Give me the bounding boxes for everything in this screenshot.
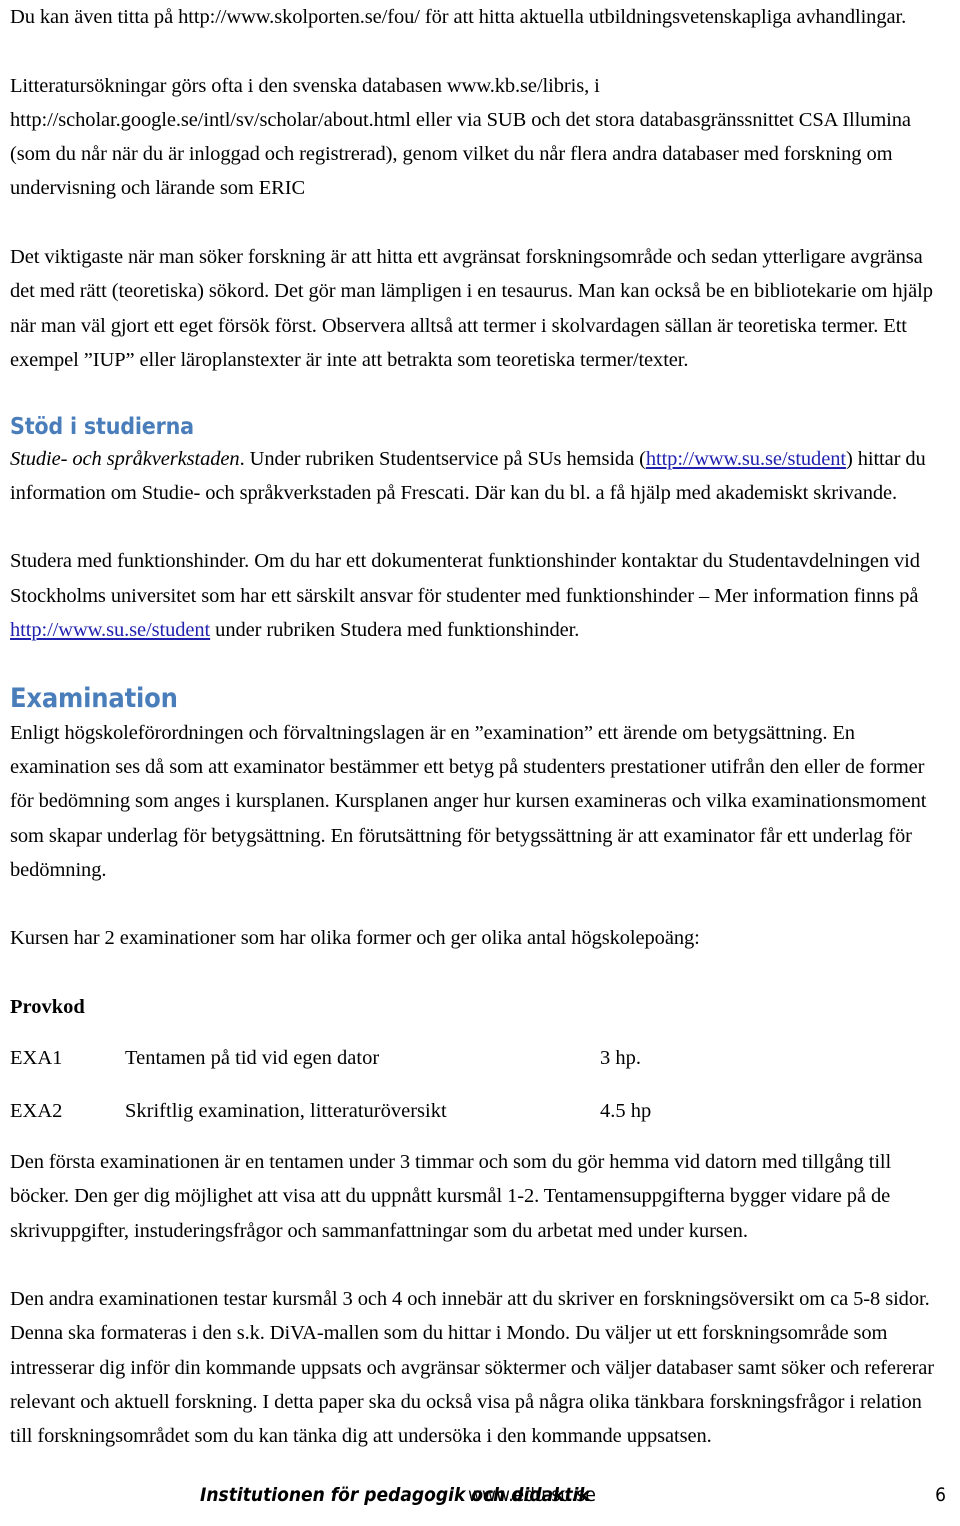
cell-exam-credits: 3 hp. — [600, 1047, 641, 1070]
footer-inner: Institutionen för pedagogik och didaktik… — [0, 1482, 960, 1512]
cell-exam-code: EXA1 — [10, 1047, 63, 1070]
table-spacer — [10, 1024, 946, 1041]
cell-exam-code: EXA2 — [10, 1099, 63, 1122]
paragraph-forsta-examinationen: Den första examinationen är en tentamen … — [10, 1150, 892, 1242]
heading-examination: Examination — [10, 682, 178, 714]
footer-page-number: 6 — [935, 1484, 946, 1506]
heading-stod-i-studierna: Stöd i studierna — [10, 413, 194, 440]
text-segment: Studera med funktionshinder. Om du har e… — [10, 550, 920, 607]
table-row: EXA1 Tentamen på tid vid egen dator 3 hp… — [10, 1041, 946, 1075]
paragraph-andra-examinationen: Den andra examinationen testar kursmål 3… — [10, 1288, 935, 1448]
gap-cell — [600, 1076, 946, 1094]
gap-cell — [125, 1076, 600, 1094]
page-footer: Institutionen för pedagogik och didaktik… — [0, 1482, 960, 1512]
cell-exam-description: Tentamen på tid vid egen dator — [125, 1047, 380, 1070]
gap-cell — [10, 1076, 125, 1094]
table-header-provkod: Provkod — [10, 996, 85, 1019]
table-row: EXA2 Skriftlig examination, litteraturöv… — [10, 1094, 946, 1128]
document-page: Du kan även titta på http://www.skolport… — [0, 0, 960, 1526]
examination-table: EXA1 Tentamen på tid vid egen dator 3 hp… — [10, 1041, 946, 1128]
table-row-gap — [10, 1076, 946, 1094]
paragraph-funktionshinder: Studera med funktionshinder. Om du har e… — [10, 544, 946, 647]
emphasis-studie-och-sprakverkstaden: Studie- och språkverkstaden — [10, 447, 240, 470]
link-su-student-2[interactable]: http://www.su.se/student — [10, 619, 210, 641]
paragraph-hogskoleforordningen: Enligt högskoleförordningen och förvaltn… — [10, 721, 927, 881]
paragraph-litteratursokningar: Litteratursökningar görs ofta i den sven… — [10, 74, 911, 200]
footer-url: www.edu.su.se — [468, 1484, 596, 1506]
paragraph-viktigaste: Det viktigaste när man söker forskning ä… — [10, 246, 933, 371]
text-segment: under rubriken Studera med funktionshind… — [210, 619, 580, 642]
cell-exam-credits: 4.5 hp — [600, 1099, 652, 1122]
text-segment: . Under rubriken Studentservice på SUs h… — [239, 447, 646, 470]
cell-exam-description: Skriftlig examination, litteraturöversik… — [125, 1099, 447, 1122]
link-su-student-1[interactable]: http://www.su.se/student — [646, 448, 846, 470]
paragraph-skolporten: Du kan även titta på http://www.skolport… — [10, 6, 907, 28]
paragraph-kursen-har-2-examinationer: Kursen har 2 examinationer som har olika… — [10, 927, 700, 950]
paragraph-studie-sprakverkstaden: Studie- och språkverkstaden. Under rubri… — [10, 442, 946, 511]
